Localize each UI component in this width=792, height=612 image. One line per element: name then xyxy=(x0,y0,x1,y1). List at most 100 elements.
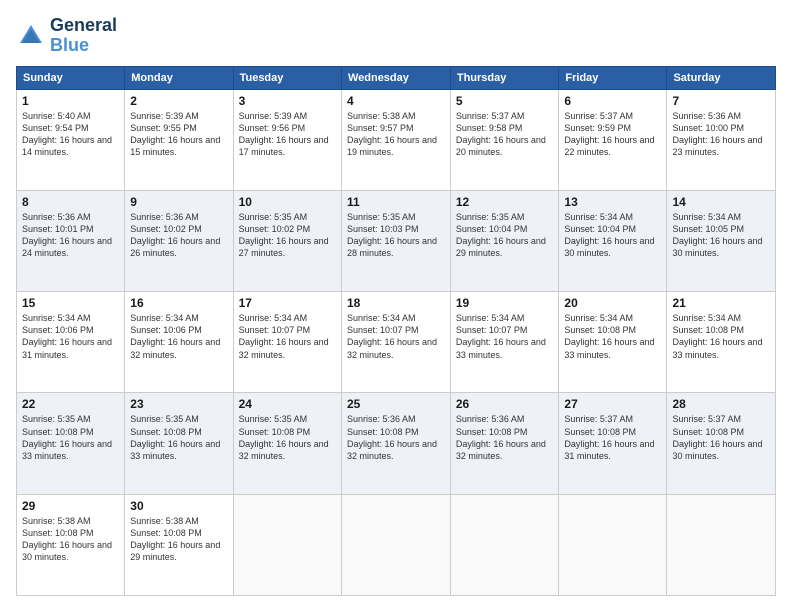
day-number: 2 xyxy=(130,94,227,108)
calendar-week-row: 29 Sunrise: 5:38 AM Sunset: 10:08 PM Day… xyxy=(17,494,776,595)
calendar-cell: 30 Sunrise: 5:38 AM Sunset: 10:08 PM Day… xyxy=(125,494,233,595)
calendar-cell: 23 Sunrise: 5:35 AM Sunset: 10:08 PM Day… xyxy=(125,393,233,494)
day-number: 13 xyxy=(564,195,661,209)
day-detail: Sunrise: 5:34 AM Sunset: 10:07 PM Daylig… xyxy=(239,312,336,361)
calendar-cell: 21 Sunrise: 5:34 AM Sunset: 10:08 PM Day… xyxy=(667,292,776,393)
calendar-cell: 2 Sunrise: 5:39 AM Sunset: 9:55 PM Dayli… xyxy=(125,89,233,190)
day-number: 20 xyxy=(564,296,661,310)
day-detail: Sunrise: 5:35 AM Sunset: 10:04 PM Daylig… xyxy=(456,211,554,260)
day-detail: Sunrise: 5:36 AM Sunset: 10:00 PM Daylig… xyxy=(672,110,770,159)
logo: General Blue xyxy=(16,16,117,56)
page: General Blue SundayMondayTuesdayWednesda… xyxy=(0,0,792,612)
day-number: 5 xyxy=(456,94,554,108)
calendar-cell: 26 Sunrise: 5:36 AM Sunset: 10:08 PM Day… xyxy=(450,393,559,494)
day-number: 19 xyxy=(456,296,554,310)
calendar-cell: 19 Sunrise: 5:34 AM Sunset: 10:07 PM Day… xyxy=(450,292,559,393)
day-number: 12 xyxy=(456,195,554,209)
day-detail: Sunrise: 5:34 AM Sunset: 10:06 PM Daylig… xyxy=(130,312,227,361)
day-number: 17 xyxy=(239,296,336,310)
day-detail: Sunrise: 5:35 AM Sunset: 10:08 PM Daylig… xyxy=(130,413,227,462)
day-number: 26 xyxy=(456,397,554,411)
day-number: 23 xyxy=(130,397,227,411)
calendar-cell: 12 Sunrise: 5:35 AM Sunset: 10:04 PM Day… xyxy=(450,190,559,291)
day-detail: Sunrise: 5:38 AM Sunset: 10:08 PM Daylig… xyxy=(22,515,119,564)
day-detail: Sunrise: 5:34 AM Sunset: 10:06 PM Daylig… xyxy=(22,312,119,361)
day-number: 10 xyxy=(239,195,336,209)
day-detail: Sunrise: 5:34 AM Sunset: 10:04 PM Daylig… xyxy=(564,211,661,260)
calendar-cell: 5 Sunrise: 5:37 AM Sunset: 9:58 PM Dayli… xyxy=(450,89,559,190)
calendar-cell: 11 Sunrise: 5:35 AM Sunset: 10:03 PM Day… xyxy=(341,190,450,291)
calendar-cell: 28 Sunrise: 5:37 AM Sunset: 10:08 PM Day… xyxy=(667,393,776,494)
day-number: 8 xyxy=(22,195,119,209)
calendar-cell: 29 Sunrise: 5:38 AM Sunset: 10:08 PM Day… xyxy=(17,494,125,595)
calendar-cell: 7 Sunrise: 5:36 AM Sunset: 10:00 PM Dayl… xyxy=(667,89,776,190)
calendar-week-row: 8 Sunrise: 5:36 AM Sunset: 10:01 PM Dayl… xyxy=(17,190,776,291)
day-number: 3 xyxy=(239,94,336,108)
day-detail: Sunrise: 5:34 AM Sunset: 10:08 PM Daylig… xyxy=(672,312,770,361)
day-number: 21 xyxy=(672,296,770,310)
calendar-cell: 27 Sunrise: 5:37 AM Sunset: 10:08 PM Day… xyxy=(559,393,667,494)
day-number: 22 xyxy=(22,397,119,411)
column-header-friday: Friday xyxy=(559,66,667,89)
day-detail: Sunrise: 5:38 AM Sunset: 10:08 PM Daylig… xyxy=(130,515,227,564)
day-number: 9 xyxy=(130,195,227,209)
day-number: 18 xyxy=(347,296,445,310)
day-number: 6 xyxy=(564,94,661,108)
calendar-header-row: SundayMondayTuesdayWednesdayThursdayFrid… xyxy=(17,66,776,89)
day-detail: Sunrise: 5:37 AM Sunset: 9:59 PM Dayligh… xyxy=(564,110,661,159)
column-header-thursday: Thursday xyxy=(450,66,559,89)
logo-icon xyxy=(16,21,46,51)
calendar-table: SundayMondayTuesdayWednesdayThursdayFrid… xyxy=(16,66,776,596)
column-header-saturday: Saturday xyxy=(667,66,776,89)
calendar-week-row: 1 Sunrise: 5:40 AM Sunset: 9:54 PM Dayli… xyxy=(17,89,776,190)
calendar-cell xyxy=(341,494,450,595)
day-number: 7 xyxy=(672,94,770,108)
logo-text: General Blue xyxy=(50,16,117,56)
day-detail: Sunrise: 5:37 AM Sunset: 9:58 PM Dayligh… xyxy=(456,110,554,159)
day-detail: Sunrise: 5:36 AM Sunset: 10:02 PM Daylig… xyxy=(130,211,227,260)
day-detail: Sunrise: 5:34 AM Sunset: 10:08 PM Daylig… xyxy=(564,312,661,361)
column-header-sunday: Sunday xyxy=(17,66,125,89)
calendar-cell: 15 Sunrise: 5:34 AM Sunset: 10:06 PM Day… xyxy=(17,292,125,393)
day-number: 25 xyxy=(347,397,445,411)
day-number: 29 xyxy=(22,499,119,513)
day-number: 24 xyxy=(239,397,336,411)
day-detail: Sunrise: 5:39 AM Sunset: 9:55 PM Dayligh… xyxy=(130,110,227,159)
day-number: 27 xyxy=(564,397,661,411)
calendar-cell: 3 Sunrise: 5:39 AM Sunset: 9:56 PM Dayli… xyxy=(233,89,341,190)
column-header-wednesday: Wednesday xyxy=(341,66,450,89)
calendar-cell: 1 Sunrise: 5:40 AM Sunset: 9:54 PM Dayli… xyxy=(17,89,125,190)
day-detail: Sunrise: 5:34 AM Sunset: 10:05 PM Daylig… xyxy=(672,211,770,260)
day-number: 16 xyxy=(130,296,227,310)
calendar-cell xyxy=(450,494,559,595)
day-number: 15 xyxy=(22,296,119,310)
calendar-cell: 9 Sunrise: 5:36 AM Sunset: 10:02 PM Dayl… xyxy=(125,190,233,291)
day-detail: Sunrise: 5:35 AM Sunset: 10:08 PM Daylig… xyxy=(239,413,336,462)
day-number: 30 xyxy=(130,499,227,513)
day-detail: Sunrise: 5:35 AM Sunset: 10:08 PM Daylig… xyxy=(22,413,119,462)
calendar-cell: 13 Sunrise: 5:34 AM Sunset: 10:04 PM Day… xyxy=(559,190,667,291)
calendar-cell: 10 Sunrise: 5:35 AM Sunset: 10:02 PM Day… xyxy=(233,190,341,291)
calendar-cell: 25 Sunrise: 5:36 AM Sunset: 10:08 PM Day… xyxy=(341,393,450,494)
day-detail: Sunrise: 5:40 AM Sunset: 9:54 PM Dayligh… xyxy=(22,110,119,159)
day-detail: Sunrise: 5:35 AM Sunset: 10:02 PM Daylig… xyxy=(239,211,336,260)
column-header-monday: Monday xyxy=(125,66,233,89)
day-detail: Sunrise: 5:34 AM Sunset: 10:07 PM Daylig… xyxy=(347,312,445,361)
calendar-cell: 18 Sunrise: 5:34 AM Sunset: 10:07 PM Day… xyxy=(341,292,450,393)
day-detail: Sunrise: 5:36 AM Sunset: 10:01 PM Daylig… xyxy=(22,211,119,260)
day-number: 11 xyxy=(347,195,445,209)
day-number: 28 xyxy=(672,397,770,411)
calendar-week-row: 15 Sunrise: 5:34 AM Sunset: 10:06 PM Day… xyxy=(17,292,776,393)
day-number: 1 xyxy=(22,94,119,108)
header: General Blue xyxy=(16,16,776,56)
day-detail: Sunrise: 5:39 AM Sunset: 9:56 PM Dayligh… xyxy=(239,110,336,159)
day-detail: Sunrise: 5:35 AM Sunset: 10:03 PM Daylig… xyxy=(347,211,445,260)
calendar-cell: 14 Sunrise: 5:34 AM Sunset: 10:05 PM Day… xyxy=(667,190,776,291)
calendar-cell xyxy=(559,494,667,595)
day-detail: Sunrise: 5:36 AM Sunset: 10:08 PM Daylig… xyxy=(347,413,445,462)
day-number: 4 xyxy=(347,94,445,108)
day-detail: Sunrise: 5:37 AM Sunset: 10:08 PM Daylig… xyxy=(672,413,770,462)
calendar-cell: 6 Sunrise: 5:37 AM Sunset: 9:59 PM Dayli… xyxy=(559,89,667,190)
calendar-cell: 20 Sunrise: 5:34 AM Sunset: 10:08 PM Day… xyxy=(559,292,667,393)
day-detail: Sunrise: 5:38 AM Sunset: 9:57 PM Dayligh… xyxy=(347,110,445,159)
